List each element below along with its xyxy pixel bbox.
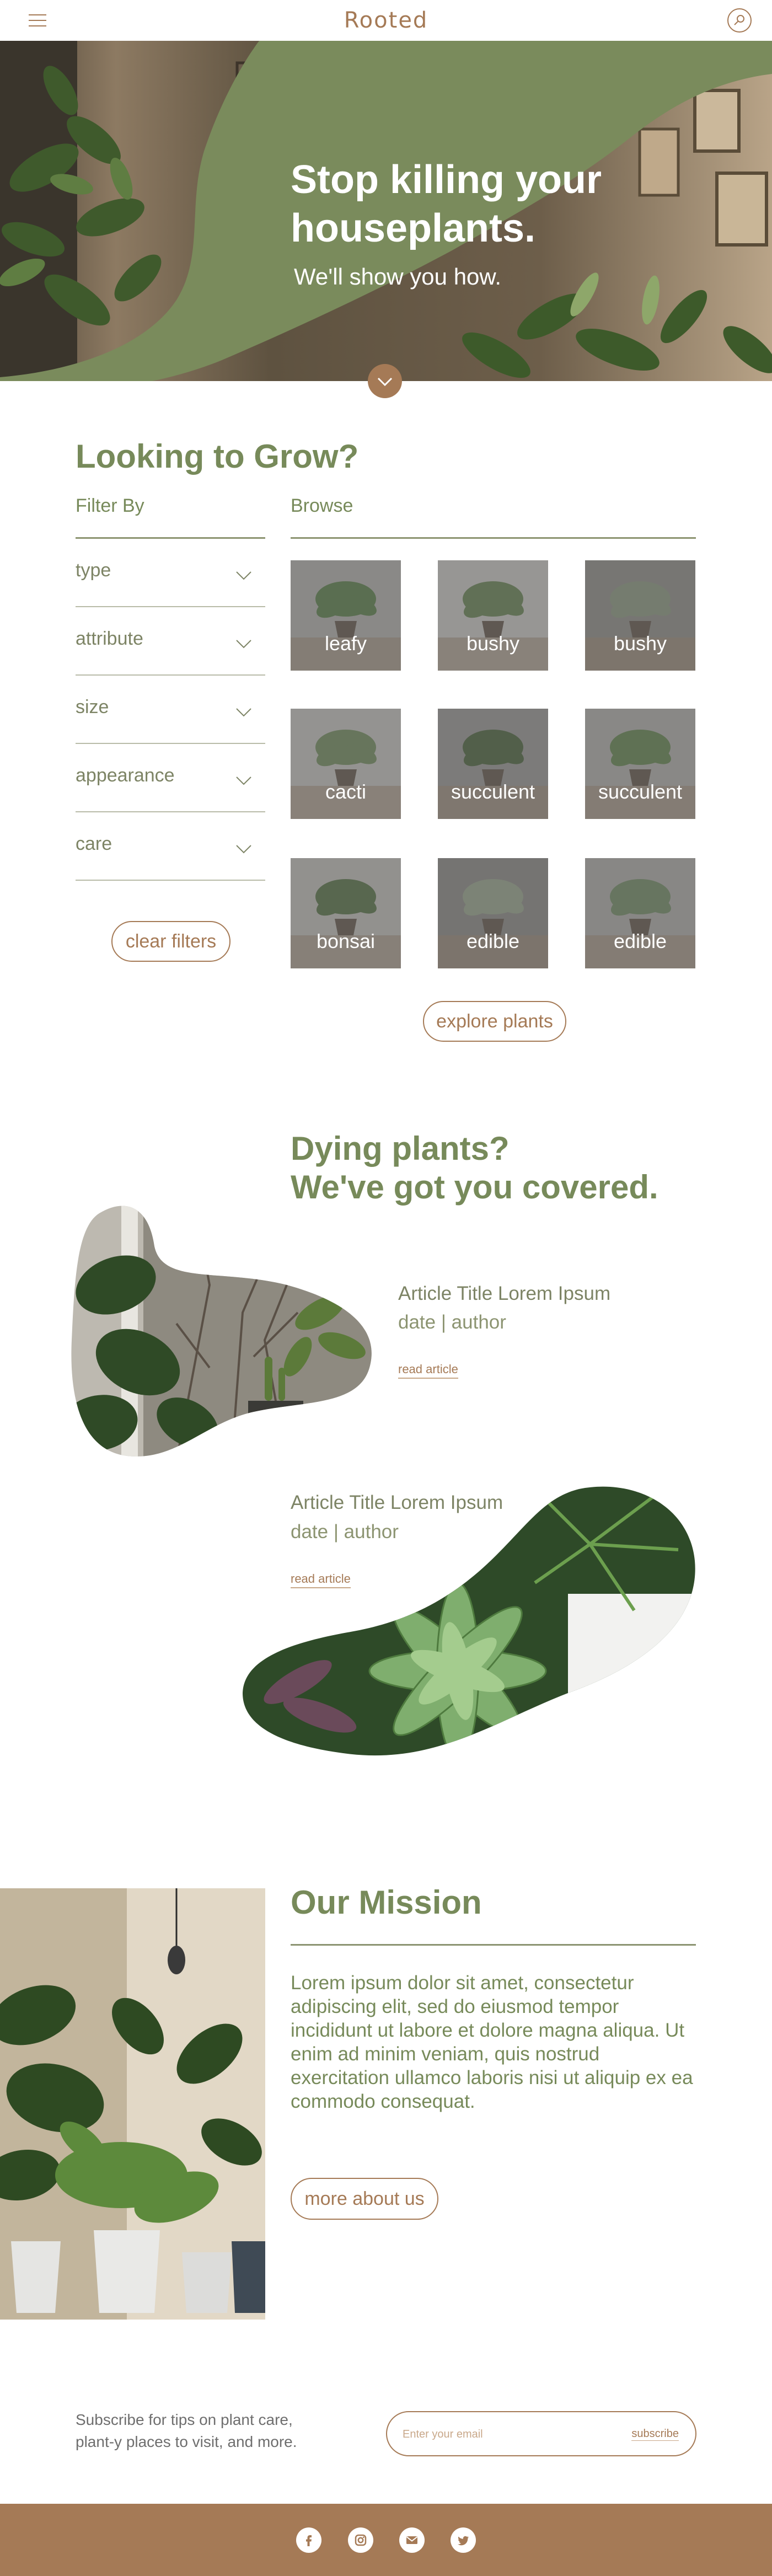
read-article-link[interactable]: read article (398, 1362, 458, 1379)
filter-type[interactable]: type (76, 539, 265, 607)
articles-title-line2: We've got you covered. (291, 1169, 658, 1206)
explore-plants-button[interactable]: explore plants (423, 1001, 566, 1042)
chevron-down-icon (236, 640, 251, 649)
email-icon[interactable] (399, 2527, 425, 2553)
scroll-down-button[interactable] (368, 364, 402, 398)
browse-tile-edible[interactable]: edible (585, 858, 695, 968)
filter-label: attribute (76, 628, 143, 649)
article-meta: date | author (398, 1311, 506, 1333)
mission-image (0, 1888, 265, 2320)
subscribe-form: subscribe (386, 2411, 696, 2456)
browse-tile-edible[interactable]: edible (438, 858, 548, 968)
tile-label: edible (613, 930, 667, 952)
browse-tile-succulent[interactable]: succulent (585, 709, 695, 819)
site-header: Rooted (0, 0, 772, 41)
tile-label: bushy (466, 632, 520, 655)
browse-tile-leafy[interactable]: leafy (291, 560, 401, 671)
twitter-icon[interactable] (451, 2527, 476, 2553)
articles-section-title: Dying plants? We've got you covered. (291, 1129, 658, 1207)
hero-banner: Stop killing your houseplants. We'll sho… (0, 41, 772, 381)
hero-title: Stop killing your houseplants. (291, 158, 602, 250)
filter-attribute[interactable]: attribute (76, 607, 265, 676)
search-icon[interactable] (727, 8, 752, 33)
filter-appearance[interactable]: appearance (76, 744, 265, 812)
tile-label: bonsai (316, 930, 376, 952)
tile-label: bushy (613, 632, 667, 655)
mission-divider (291, 1944, 696, 1946)
article-title[interactable]: Article Title Lorem Ipsum (398, 1283, 610, 1305)
browse-tile-succulent[interactable]: succulent (438, 709, 548, 819)
tile-label: cacti (325, 780, 367, 803)
articles-title-line1: Dying plants? (291, 1130, 510, 1167)
browse-tile-bonsai[interactable]: bonsai (291, 858, 401, 968)
tile-label: leafy (324, 632, 367, 655)
filter-label: type (76, 560, 111, 581)
grow-section-title: Looking to Grow? (76, 438, 359, 475)
subscribe-button[interactable]: subscribe (631, 2428, 679, 2441)
mission-title: Our Mission (291, 1884, 482, 1921)
browse-tile-cacti[interactable]: cacti (291, 709, 401, 819)
browse-divider (291, 537, 696, 539)
filter-label: size (76, 697, 109, 717)
hero-subtitle: We'll show you how. (294, 264, 502, 290)
tile-label: succulent (598, 780, 683, 803)
browse-tile-bushy[interactable]: bushy (438, 560, 548, 671)
facebook-icon[interactable] (296, 2527, 321, 2553)
browse-label: Browse (291, 495, 353, 516)
email-input[interactable] (403, 2424, 601, 2444)
tile-label: edible (466, 930, 520, 952)
clear-filters-button[interactable]: clear filters (111, 921, 230, 962)
filter-by-label: Filter By (76, 495, 144, 516)
subscribe-text: Subscribe for tips on plant care, plant-… (76, 2411, 297, 2450)
filter-label: appearance (76, 765, 175, 786)
mission-text: Lorem ipsum dolor sit amet, consectetur … (291, 1972, 693, 2112)
instagram-icon[interactable] (348, 2527, 373, 2553)
filter-care[interactable]: care (76, 812, 265, 881)
chevron-down-icon (377, 377, 393, 387)
browse-tile-bushy[interactable]: bushy (585, 560, 695, 671)
more-about-us-button[interactable]: more about us (291, 2178, 438, 2220)
site-logo[interactable]: Rooted (0, 8, 772, 33)
filter-size[interactable]: size (76, 676, 265, 744)
chevron-down-icon (236, 571, 251, 580)
article-image-succulents[interactable] (237, 1484, 700, 1759)
chevron-down-icon (236, 845, 251, 854)
tile-label: succulent (451, 780, 535, 803)
article-image-fiddle-leaf[interactable] (66, 1202, 380, 1461)
chevron-down-icon (236, 708, 251, 717)
filter-label: care (76, 833, 112, 854)
site-footer (0, 2504, 772, 2576)
chevron-down-icon (236, 776, 251, 785)
